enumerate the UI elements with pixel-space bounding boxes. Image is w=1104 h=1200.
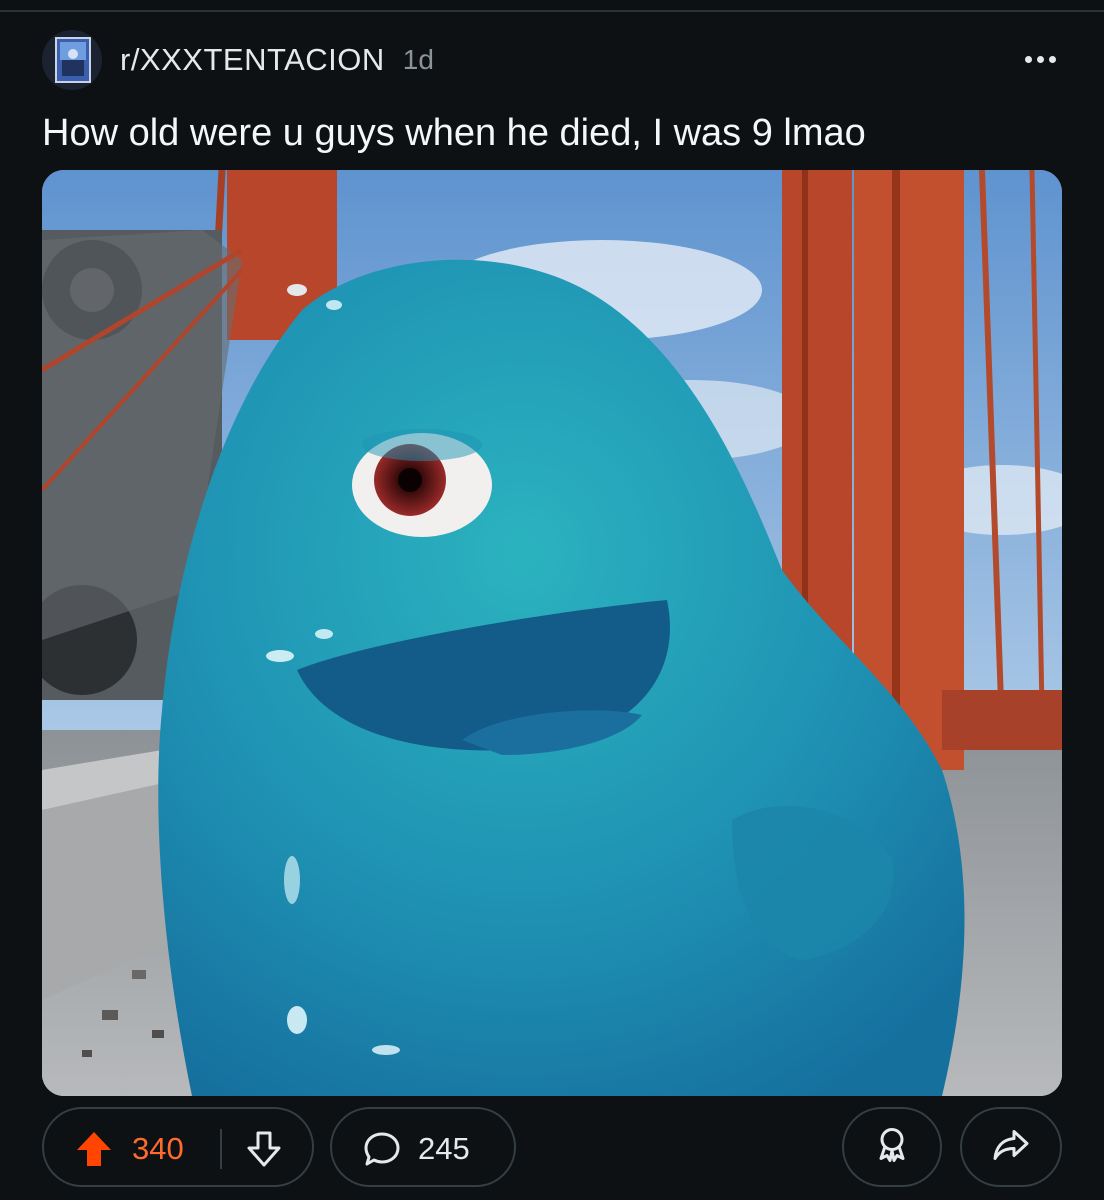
comment-count: 245 [418,1131,470,1166]
downvote-arrow-icon[interactable] [244,1129,284,1169]
more-dot [1024,55,1032,63]
vote-score: 340 [132,1131,184,1166]
share-button[interactable] [960,1107,1062,1187]
comment-bubble-icon [362,1129,402,1169]
top-divider [0,10,1104,12]
post-age: 1d [402,44,434,75]
post-action-bar: 340 245 [42,1107,1062,1191]
vote-divider [220,1129,222,1169]
post-header: r/XXXTENTACION 1d [42,30,1062,90]
award-icon [872,1125,912,1170]
post-title[interactable]: How old were u guys when he died, I was … [42,108,1062,158]
subreddit-avatar[interactable] [42,30,102,90]
more-dot [1036,55,1044,63]
subreddit-name[interactable]: r/XXXTENTACION [120,42,385,78]
share-arrow-icon [991,1125,1031,1170]
comments-button[interactable]: 245 [330,1107,516,1187]
upvote-arrow-icon[interactable] [74,1129,114,1169]
vote-controls: 340 [42,1107,314,1187]
more-options-icon[interactable] [1018,44,1062,74]
post-image[interactable] [42,170,1062,1096]
more-dot [1048,55,1056,63]
award-button[interactable] [842,1107,942,1187]
